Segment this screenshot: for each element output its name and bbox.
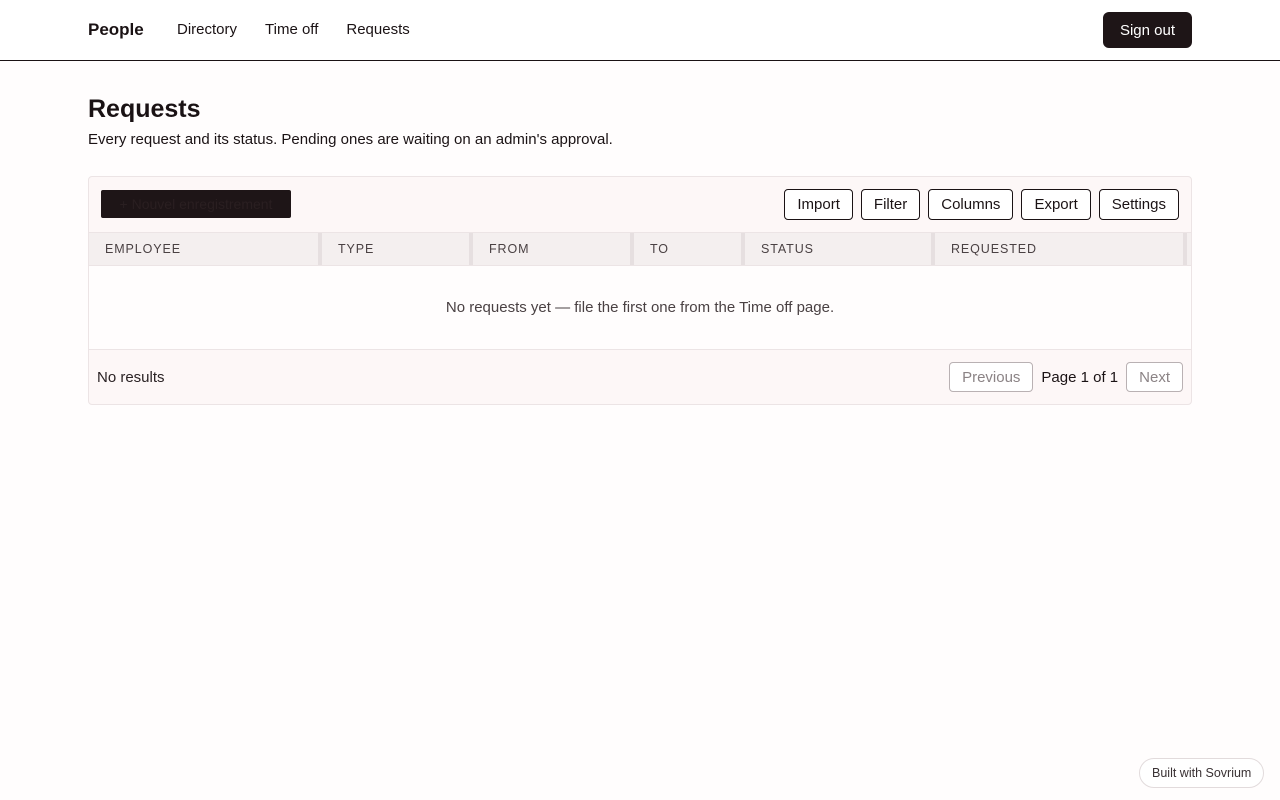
main-nav: Directory Time off Requests [177,21,410,38]
columns-button[interactable]: Columns [928,189,1014,220]
column-header-type[interactable]: TYPE [322,233,473,265]
nav-item-requests[interactable]: Requests [346,21,409,38]
toolbar-actions: Import Filter Columns Export Settings [784,189,1179,220]
app-brand[interactable]: People [88,20,144,40]
table-header-row: EMPLOYEE TYPE FROM TO STATUS REQUESTED [89,232,1191,266]
import-button[interactable]: Import [784,189,853,220]
settings-button[interactable]: Settings [1098,189,1179,220]
column-header-employee[interactable]: EMPLOYEE [89,233,322,265]
empty-state-message: No requests yet — file the first one fro… [89,266,1191,350]
new-record-button[interactable]: + Nouvel enregistrement [101,190,291,218]
nav-item-time-off[interactable]: Time off [265,21,318,38]
table-toolbar: + Nouvel enregistrement Import Filter Co… [89,177,1191,232]
column-header-requested[interactable]: REQUESTED [935,233,1187,265]
export-button[interactable]: Export [1021,189,1091,220]
column-header-status[interactable]: STATUS [745,233,935,265]
column-header-from[interactable]: FROM [473,233,634,265]
table-footer: No results Previous Page 1 of 1 Next [89,350,1191,404]
next-page-button[interactable]: Next [1126,362,1183,392]
filter-button[interactable]: Filter [860,189,921,220]
nav-item-directory[interactable]: Directory [177,21,237,38]
page-title: Requests [88,95,201,123]
column-header-to[interactable]: TO [634,233,745,265]
page-indicator: Page 1 of 1 [1041,368,1119,386]
requests-table-panel: + Nouvel enregistrement Import Filter Co… [88,176,1192,405]
built-with-badge[interactable]: Built with Sovrium [1139,758,1265,788]
previous-page-button[interactable]: Previous [949,362,1034,392]
pagination: Previous Page 1 of 1 Next [949,362,1183,392]
page-description: Every request and its status. Pending on… [88,131,613,148]
results-count: No results [97,369,165,386]
sign-out-button[interactable]: Sign out [1103,12,1192,48]
top-nav-bar: People Directory Time off Requests Sign … [0,0,1280,61]
